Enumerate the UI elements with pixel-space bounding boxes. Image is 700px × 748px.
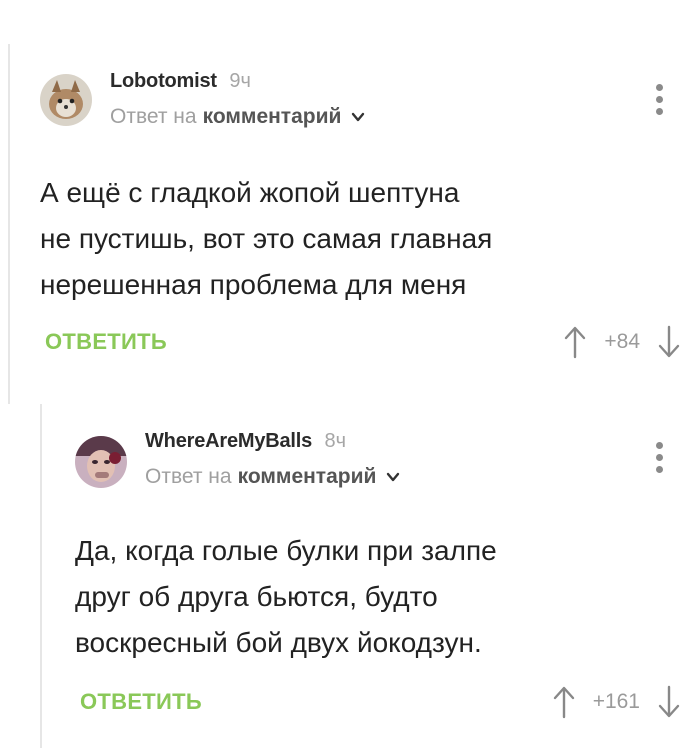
more-vertical-icon[interactable] (656, 84, 664, 120)
reply-prefix: Ответ на (110, 105, 197, 128)
arrow-down-icon[interactable] (658, 325, 680, 359)
reply-target[interactable]: комментарий (238, 465, 377, 489)
timestamp: 8ч (324, 430, 347, 452)
comment-line: А ещё с гладкой жопой шептуна (40, 177, 460, 208)
arrow-up-icon[interactable] (564, 325, 586, 359)
nested-thread-line (40, 404, 42, 748)
arrow-up-icon[interactable] (553, 685, 575, 719)
comment-line: друг об друга бьются, будто (75, 581, 438, 612)
comment-line: не пустишь, вот это самая главная (40, 223, 493, 254)
score: +84 (604, 330, 640, 353)
comment-header: Lobotomist 9ч Ответ на комментарий (110, 70, 365, 129)
vote-controls: +161 (553, 685, 680, 719)
reply-prefix: Ответ на (145, 465, 232, 488)
comment-actions: ОТВЕТИТЬ +84 (45, 322, 680, 362)
timestamp: 9ч (229, 70, 251, 92)
comment-line: Да, когда голые булки при залпе (75, 535, 497, 566)
comment-header: WhereAreMyBalls 8ч Ответ на комментарий (145, 430, 400, 489)
chevron-down-icon[interactable] (351, 110, 365, 124)
thread-line (8, 44, 10, 404)
username[interactable]: Lobotomist (110, 70, 217, 92)
comment-body: Да, когда голые булки при залпе друг об … (75, 528, 635, 666)
reply-to[interactable]: Ответ на комментарий (145, 465, 400, 489)
username[interactable]: WhereAreMyBalls (145, 430, 312, 452)
arrow-down-icon[interactable] (658, 685, 680, 719)
reply-button[interactable]: ОТВЕТИТЬ (80, 689, 202, 715)
comment-body: А ещё с гладкой жопой шептуна не пустишь… (40, 170, 640, 308)
comment-actions: ОТВЕТИТЬ +161 (80, 682, 680, 722)
more-vertical-icon[interactable] (656, 442, 664, 478)
chevron-down-icon[interactable] (386, 470, 400, 484)
avatar[interactable] (75, 436, 127, 488)
avatar[interactable] (40, 74, 92, 126)
reply-to[interactable]: Ответ на комментарий (110, 105, 365, 129)
comment-line: воскресный бой двух йокодзун. (75, 627, 482, 658)
vote-controls: +84 (564, 325, 680, 359)
comment-line: нерешенная проблема для меня (40, 269, 467, 300)
score: +161 (592, 690, 640, 713)
reply-target[interactable]: комментарий (203, 105, 342, 129)
reply-button[interactable]: ОТВЕТИТЬ (45, 329, 167, 355)
